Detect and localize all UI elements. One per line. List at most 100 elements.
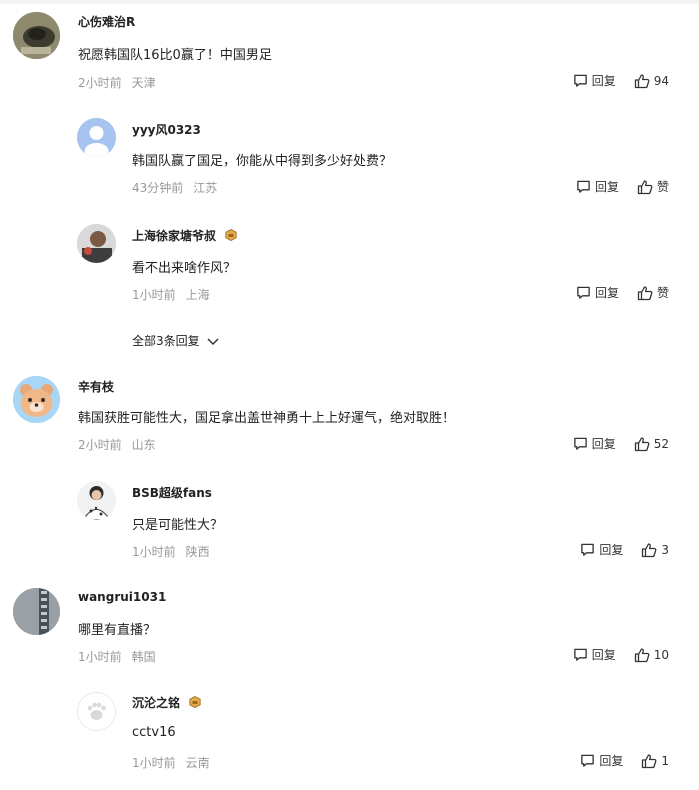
user-avatar[interactable]	[77, 481, 116, 520]
top-divider	[0, 0, 699, 4]
comment-text: 哪里有直播？	[78, 623, 157, 638]
gray-photo-avatar-icon	[13, 588, 60, 635]
comment-time: 1小时前	[78, 650, 122, 664]
user-avatar[interactable]	[13, 588, 60, 635]
like-count: 赞	[656, 180, 669, 194]
comment-location: 江苏	[193, 181, 218, 195]
username[interactable]: 心伤难治R	[78, 13, 135, 30]
reply-label: 回复	[591, 74, 616, 88]
comment-location: 天津	[131, 76, 156, 90]
paw-default-avatar-icon	[78, 693, 115, 730]
comment-text: 只是可能性大？	[132, 518, 224, 533]
comment-meta: 1小时前 上海	[132, 286, 210, 303]
like-button[interactable]: 10	[634, 647, 669, 663]
username[interactable]: 上海徐家塘爷叔	[132, 229, 216, 243]
comment-actions: 回复 1	[580, 752, 669, 769]
reply-label: 回复	[591, 437, 616, 451]
reply-label: 回复	[594, 180, 619, 194]
reply-button[interactable]: 回复	[580, 752, 623, 769]
comment-time: 43分钟前	[132, 181, 184, 195]
reply-icon	[581, 543, 595, 556]
thumbs-up-icon	[642, 753, 657, 768]
username-row: 沉沦之铭	[132, 694, 201, 711]
username[interactable]: BSB超级fans	[132, 484, 212, 501]
like-button[interactable]: 52	[634, 436, 669, 452]
reply-label: 回复	[599, 754, 624, 768]
thumbs-up-icon	[634, 436, 650, 451]
comment-actions: 回复 94	[573, 72, 669, 89]
default-user-avatar-icon	[77, 118, 116, 157]
user-avatar[interactable]	[77, 224, 116, 263]
reply-icon	[581, 754, 595, 767]
like-count: 3	[661, 542, 669, 557]
username[interactable]: 沉沦之铭	[132, 696, 180, 710]
reply-icon	[573, 648, 587, 661]
comment-actions: 回复 10	[573, 646, 669, 663]
comment-text: 韩国队赢了国足，你能从中得到多少好处费？	[132, 154, 393, 169]
like-button[interactable]: 94	[634, 73, 669, 89]
username[interactable]: yyy风0323	[132, 121, 201, 138]
dark-photo-avatar-icon	[13, 12, 60, 59]
thumbs-up-icon	[637, 179, 653, 194]
like-count: 10	[653, 647, 669, 662]
comment-text: 祝愿韩国队16比0赢了！中国男足	[78, 48, 272, 63]
comment-time: 1小时前	[132, 288, 176, 302]
reply-icon	[577, 286, 590, 299]
reply-button[interactable]: 回复	[573, 646, 616, 663]
reply-button[interactable]: 回复	[573, 435, 616, 452]
reply-button[interactable]: 回复	[576, 178, 619, 195]
like-button[interactable]: 赞	[637, 178, 669, 195]
reply-label: 回复	[594, 286, 619, 300]
user-avatar[interactable]	[77, 692, 116, 731]
reply-icon	[573, 437, 587, 450]
reply-label: 回复	[591, 648, 616, 662]
bear-cartoon-avatar-icon	[13, 376, 60, 423]
username-row: 上海徐家塘爷叔	[132, 227, 237, 244]
level-badge-icon	[225, 229, 237, 244]
like-count: 1	[661, 753, 669, 768]
like-count: 52	[653, 436, 669, 451]
user-avatar[interactable]	[13, 12, 60, 59]
thumbs-up-icon	[637, 285, 653, 300]
comment-actions: 回复 52	[573, 435, 669, 452]
comment-meta: 2小时前 天津	[78, 74, 156, 91]
comment-meta: 2小时前 山东	[78, 436, 156, 453]
reply-label: 回复	[599, 543, 624, 557]
user-avatar[interactable]	[77, 118, 116, 157]
like-button[interactable]: 1	[641, 753, 669, 769]
like-button[interactable]: 3	[641, 542, 669, 558]
level-badge-icon	[189, 696, 201, 711]
reply-button[interactable]: 回复	[573, 72, 616, 89]
comment-meta: 1小时前 韩国	[78, 648, 156, 665]
photo-avatar-icon	[77, 224, 116, 263]
comment-text: 韩国获胜可能性大，国足拿出盖世神勇十上上好運气，绝对取胜！	[78, 411, 456, 426]
reply-button[interactable]: 回复	[580, 541, 623, 558]
like-button[interactable]: 赞	[637, 284, 669, 301]
user-avatar[interactable]	[13, 376, 60, 423]
comment-location: 云南	[185, 756, 210, 770]
like-count: 94	[653, 73, 669, 88]
comment-time: 2小时前	[78, 76, 122, 90]
like-count: 赞	[656, 286, 669, 300]
reply-icon	[577, 180, 590, 193]
comment-meta: 43分钟前 江苏	[132, 179, 217, 196]
comment-location: 韩国	[131, 650, 156, 664]
expand-replies-label: 全部3条回复	[132, 334, 200, 348]
reply-icon	[573, 74, 587, 87]
person-photo-avatar-icon	[77, 481, 116, 520]
thumbs-up-icon	[634, 73, 650, 88]
chevron-down-icon	[207, 337, 219, 345]
comment-actions: 回复 3	[580, 541, 669, 558]
username[interactable]: 辛有枝	[78, 378, 114, 395]
comment-actions: 回复 赞	[576, 284, 669, 301]
username[interactable]: wangrui1031	[78, 590, 166, 604]
reply-button[interactable]: 回复	[576, 284, 619, 301]
comment-time: 1小时前	[132, 756, 176, 770]
thumbs-up-icon	[642, 542, 657, 557]
comment-text: 看不出来啥作风？	[132, 261, 237, 276]
comment-text: cctv16	[132, 725, 176, 740]
comment-time: 1小时前	[132, 545, 176, 559]
comment-meta: 1小时前 陕西	[132, 543, 210, 560]
thumbs-up-icon	[634, 647, 650, 662]
expand-replies-button[interactable]: 全部3条回复	[132, 332, 220, 349]
